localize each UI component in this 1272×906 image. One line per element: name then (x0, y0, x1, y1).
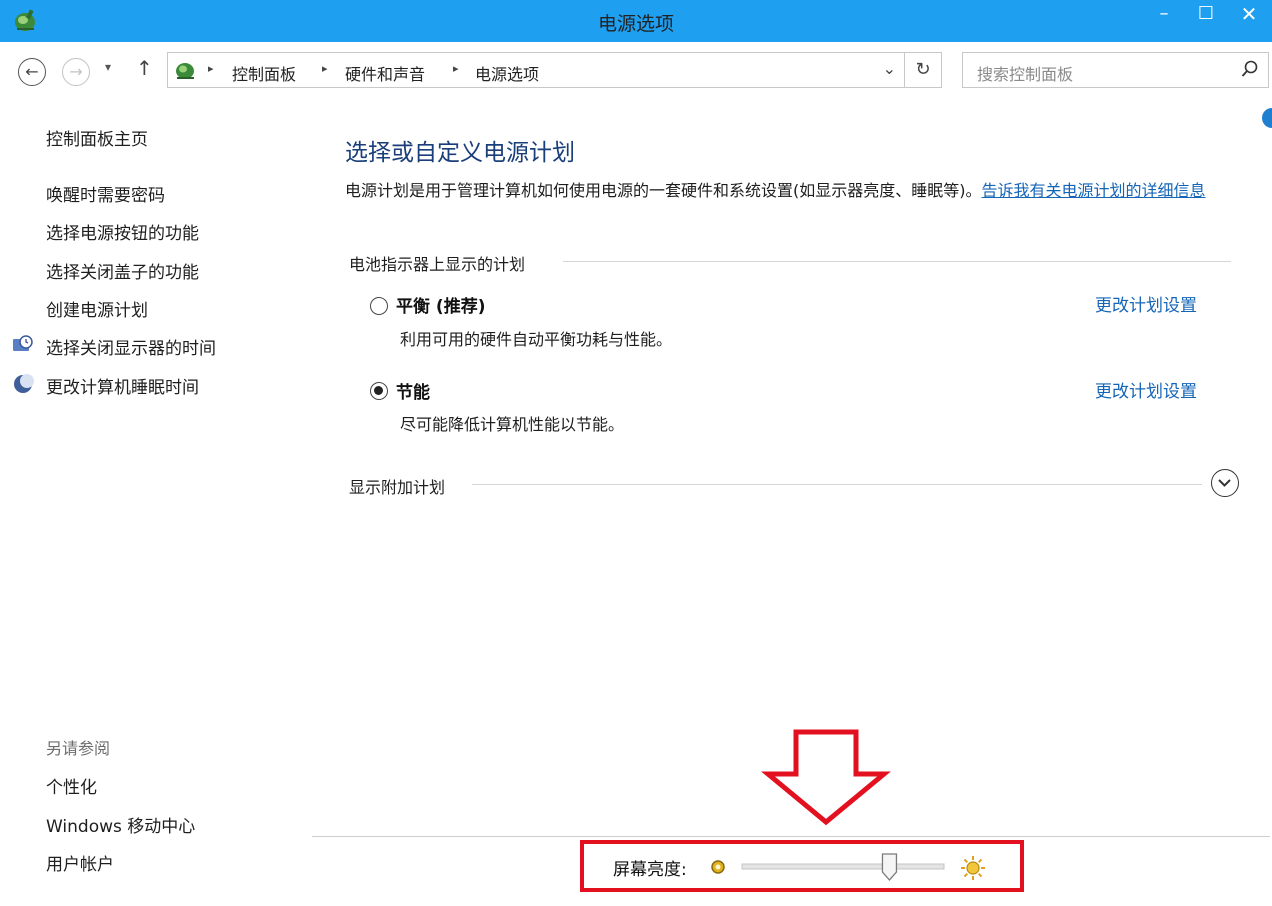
sidebar-item-create-plan[interactable]: 创建电源计划 (46, 296, 148, 321)
see-also-label: 另请参阅 (46, 739, 111, 758)
battery-meter-plans-header: 电池指示器上显示的计划 (349, 255, 526, 274)
window-title: 电源选项 (597, 13, 674, 35)
breadcrumb-control-panel[interactable]: 控制面板 (232, 61, 296, 85)
plan-balanced-description: 利用可用的硬件自动平衡功耗与性能。 (400, 330, 673, 349)
sidebar-item-power-button[interactable]: 选择电源按钮的功能 (46, 219, 199, 244)
sidebar-item-require-password[interactable]: 唤醒时需要密码 (46, 181, 165, 206)
dim-brightness-icon (711, 860, 725, 874)
breadcrumb-separator-icon: ▸ (453, 62, 459, 75)
sidebar-control-panel-home[interactable]: 控制面板主页 (46, 125, 148, 150)
control-panel-icon (176, 63, 194, 79)
refresh-button[interactable]: ↻ (905, 52, 942, 88)
plan-power-saver-name[interactable]: 节能 (396, 378, 430, 403)
page-title: 选择或自定义电源计划 (345, 140, 575, 166)
plan-balanced-change-settings-link[interactable]: 更改计划设置 (1095, 291, 1197, 316)
address-bar[interactable]: ▸ 控制面板 ▸ 硬件和声音 ▸ 电源选项 ⌄ (167, 52, 905, 88)
plan-power-saver-radio[interactable] (370, 382, 388, 400)
sidebar-item-display-off[interactable]: 选择关闭显示器的时间 (46, 334, 216, 359)
search-icon[interactable] (1240, 59, 1260, 79)
brightness-slider-thumb[interactable] (881, 853, 898, 881)
recent-locations-dropdown[interactable]: ▾ (105, 60, 111, 74)
show-additional-plans-header[interactable]: 显示附加计划 (349, 474, 445, 498)
status-bar-divider (312, 836, 1270, 837)
address-dropdown-button[interactable]: ⌄ (883, 59, 896, 78)
annotation-arrow-icon (761, 729, 891, 826)
description-text: 电源计划是用于管理计算机如何使用电源的一套硬件和系统设置(如显示器亮度、睡眠等)… (345, 181, 982, 200)
sidebar-item-lid-close[interactable]: 选择关闭盖子的功能 (46, 258, 199, 283)
brightness-slider[interactable] (738, 853, 948, 881)
close-button[interactable]: ✕ (1226, 0, 1272, 30)
section-divider (472, 484, 1202, 485)
screen-brightness-label: 屏幕亮度: (613, 860, 687, 880)
chevron-down-icon (1218, 479, 1231, 487)
expand-additional-plans-button[interactable] (1211, 469, 1239, 497)
help-icon[interactable] (1262, 108, 1272, 128)
breadcrumb-power-options[interactable]: 电源选项 (475, 61, 539, 85)
bright-brightness-icon (961, 856, 985, 880)
see-also-user-accounts[interactable]: 用户帐户 (46, 850, 114, 875)
section-divider (563, 261, 1231, 262)
see-also-personalization[interactable]: 个性化 (46, 773, 97, 798)
search-input[interactable]: 搜索控制面板 (962, 52, 1269, 88)
back-button[interactable]: ← (18, 58, 46, 86)
up-button[interactable]: ↑ (136, 56, 153, 80)
forward-button[interactable]: → (62, 58, 90, 86)
breadcrumb-separator-icon: ▸ (322, 62, 328, 75)
page-description: 电源计划是用于管理计算机如何使用电源的一套硬件和系统设置(如显示器亮度、睡眠等)… (345, 178, 1235, 203)
see-also-mobility-center[interactable]: Windows 移动中心 (46, 812, 195, 837)
title-bar: 电源选项 – ☐ ✕ (0, 0, 1272, 42)
plan-power-saver-description: 尽可能降低计算机性能以节能。 (400, 415, 625, 434)
plan-balanced-radio[interactable] (370, 297, 388, 315)
maximize-button[interactable]: ☐ (1183, 0, 1229, 30)
display-clock-icon (13, 335, 33, 351)
breadcrumb-separator-icon: ▸ (208, 62, 214, 75)
power-plan-info-link[interactable]: 告诉我有关电源计划的详细信息 (982, 181, 1206, 200)
minimize-button[interactable]: – (1141, 0, 1187, 30)
plan-balanced-name[interactable]: 平衡 (推荐) (396, 292, 485, 317)
search-placeholder: 搜索控制面板 (977, 65, 1074, 84)
sleep-moon-icon (14, 374, 34, 393)
plan-power-saver-change-settings-link[interactable]: 更改计划设置 (1095, 377, 1197, 402)
breadcrumb-hardware-sound[interactable]: 硬件和声音 (345, 61, 425, 85)
sidebar-item-sleep-time[interactable]: 更改计算机睡眠时间 (46, 373, 199, 398)
